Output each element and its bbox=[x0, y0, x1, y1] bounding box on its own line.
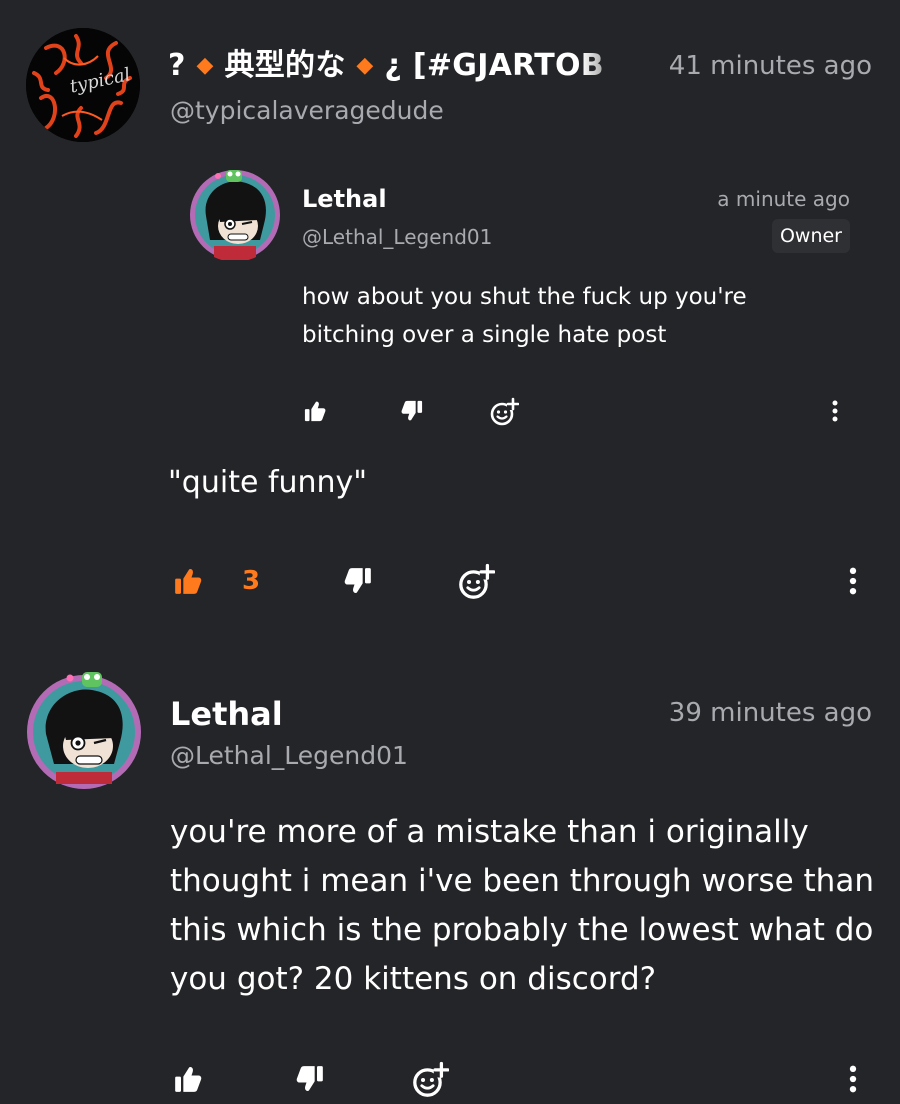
dislike-button[interactable] bbox=[338, 562, 378, 600]
avatar[interactable] bbox=[26, 668, 142, 790]
avatar[interactable]: typical bbox=[26, 28, 140, 142]
reply-more-button[interactable] bbox=[824, 396, 846, 426]
reply-dislike-button[interactable] bbox=[395, 396, 429, 426]
author-name-suffix: ¿ [#GJARTOB bbox=[384, 48, 604, 83]
reply-like-button[interactable] bbox=[298, 396, 332, 426]
comment-timestamp: 39 minutes ago bbox=[668, 698, 872, 728]
reply-add-reaction-button[interactable] bbox=[486, 394, 522, 430]
author-handle[interactable]: @Lethal_Legend01 bbox=[170, 740, 408, 772]
more-vertical-icon bbox=[849, 1065, 857, 1093]
comment-text: "quite funny" bbox=[168, 465, 368, 500]
dislike-button[interactable] bbox=[290, 1060, 330, 1098]
author-name[interactable]: ? ◆ 典型的な ◆ ¿ [#GJARTOB bbox=[168, 44, 638, 88]
owner-badge: Owner bbox=[771, 219, 850, 253]
add-reaction-icon bbox=[413, 1061, 449, 1097]
more-vertical-icon bbox=[849, 567, 857, 595]
comment-text: you're more of a mistake than i original… bbox=[170, 814, 874, 997]
add-reaction-button[interactable] bbox=[454, 560, 498, 604]
cartoon-character-avatar-icon bbox=[27, 672, 141, 789]
cartoon-character-avatar-icon bbox=[190, 170, 280, 260]
author-name-middle: 典型的な bbox=[224, 48, 346, 83]
author-handle[interactable]: @typicalaveragedude bbox=[170, 95, 444, 127]
more-options-button[interactable] bbox=[840, 562, 866, 600]
thumbs-down-icon bbox=[401, 400, 423, 421]
reply-timestamp: a minute ago bbox=[717, 187, 850, 211]
thumbs-up-icon bbox=[175, 569, 202, 594]
orange-swirl-avatar-icon: typical bbox=[26, 28, 140, 142]
like-button[interactable] bbox=[168, 1060, 208, 1098]
author-name[interactable]: Lethal bbox=[170, 693, 283, 735]
comment-timestamp: 41 minutes ago bbox=[668, 51, 872, 81]
thumbs-up-icon bbox=[304, 401, 326, 422]
diamond-icon: ◆ bbox=[356, 53, 374, 78]
like-button[interactable] bbox=[168, 562, 208, 600]
thumbs-up-icon bbox=[175, 1067, 202, 1092]
diamond-icon: ◆ bbox=[196, 53, 214, 78]
reply-avatar[interactable] bbox=[188, 168, 282, 262]
add-reaction-icon bbox=[459, 563, 495, 599]
reply-text: how about you shut the fuck up you're bi… bbox=[302, 284, 747, 348]
thumbs-down-icon bbox=[296, 1066, 323, 1091]
author-name-prefix: ? bbox=[168, 48, 186, 83]
add-reaction-icon bbox=[490, 397, 519, 426]
thumbs-down-icon bbox=[344, 568, 371, 593]
reply-author-name[interactable]: Lethal bbox=[302, 183, 387, 215]
comment-thread: typical ? ◆ 典型的な ◆ ¿ [#GJARTOB 41 minute… bbox=[0, 0, 900, 1104]
reply-author-handle[interactable]: @Lethal_Legend01 bbox=[302, 223, 492, 251]
add-reaction-button[interactable] bbox=[408, 1058, 452, 1102]
more-vertical-icon bbox=[832, 400, 838, 422]
like-count: 3 bbox=[242, 566, 261, 596]
more-options-button[interactable] bbox=[840, 1060, 866, 1098]
